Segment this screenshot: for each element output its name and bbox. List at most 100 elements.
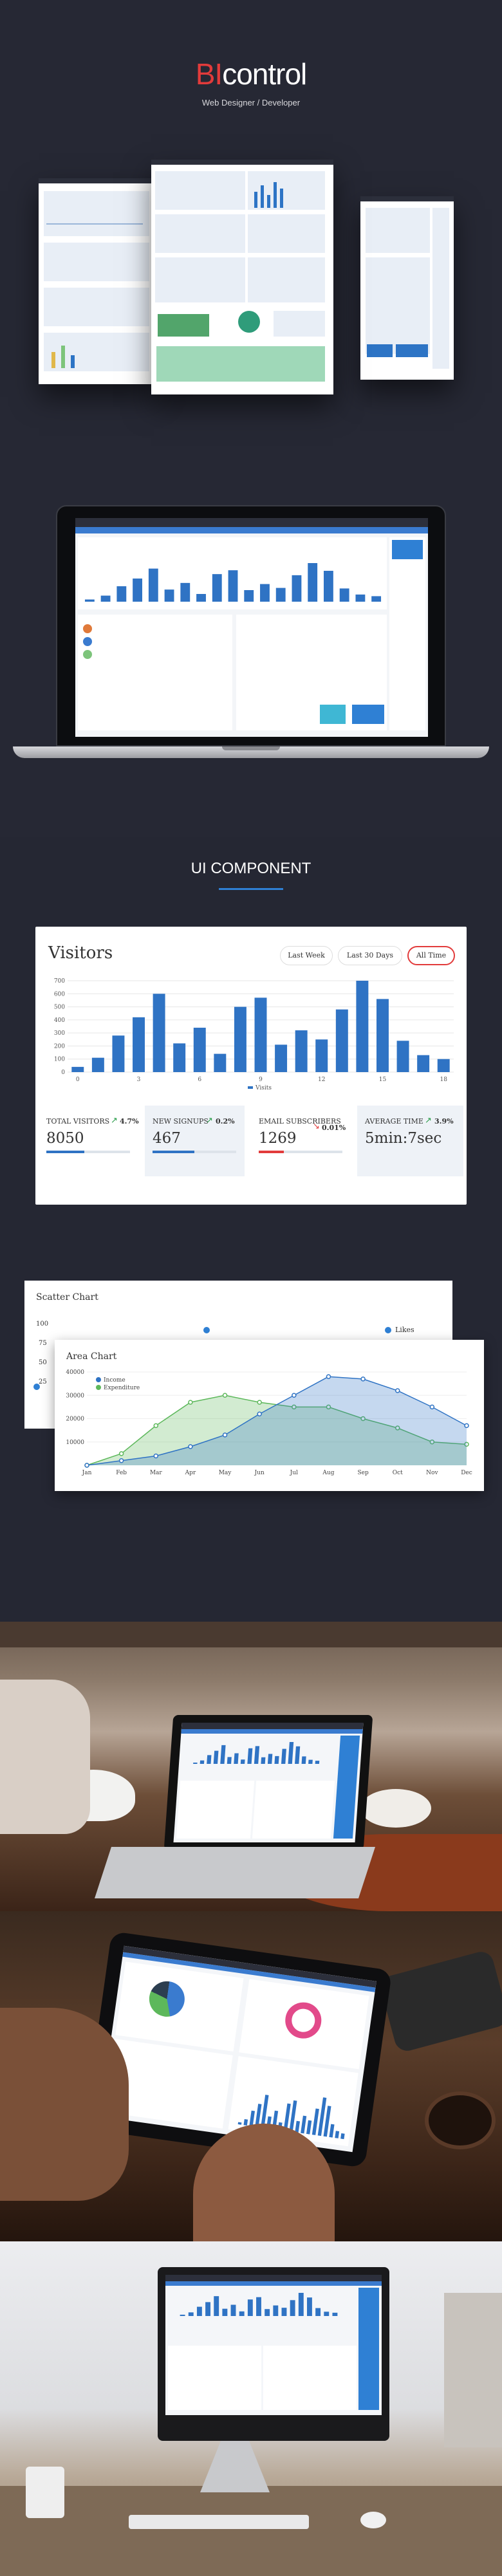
x-tick-label: 0 (76, 1077, 80, 1083)
mini-bar (339, 588, 349, 602)
mini-bar (371, 596, 382, 602)
shelf-decor (444, 2293, 502, 2447)
mini-bar (237, 2122, 242, 2125)
x-tick-label: Feb (116, 1470, 127, 1476)
x-tick-label: Dec (461, 1470, 472, 1476)
data-point (292, 1393, 297, 1398)
mini-bar (332, 2312, 338, 2316)
data-point (360, 1376, 366, 1382)
visitors-card: Visitors Last Week Last 30 Days All Time… (35, 927, 467, 1205)
bar (254, 997, 267, 1072)
bar (335, 1009, 348, 1072)
y-tick-label: 200 (54, 1043, 65, 1050)
scatter-point (203, 1327, 210, 1333)
data-point (153, 1453, 159, 1459)
mini-bar (265, 2309, 270, 2316)
mini-bar (260, 584, 270, 602)
mini-bar (220, 1745, 226, 1764)
scatter-ytick: 75 (39, 1340, 47, 1347)
mini-bar (230, 2304, 236, 2316)
photo-desktop-monitor (0, 2241, 502, 2576)
bar (396, 1041, 409, 1072)
mini-bar (200, 1760, 205, 1764)
dashboard-preview-right (360, 196, 454, 380)
trend-up-icon: ↗ (425, 1115, 432, 1125)
monitor (158, 2267, 389, 2441)
trend-up-icon: ↗ (111, 1115, 118, 1125)
x-tick-label: Nov (426, 1470, 438, 1476)
x-tick-label: Sep (357, 1470, 368, 1476)
mini-bar (212, 574, 222, 602)
mini-bar (324, 2312, 330, 2316)
coffee-cup (425, 2091, 496, 2149)
photo-tablet (0, 1911, 502, 2241)
mini-bar (239, 2311, 245, 2316)
bar (91, 1057, 104, 1072)
stat-new-signups: NEW SIGNUPS ↗ 0.2% 467 (145, 1106, 245, 1176)
hero-section: BIcontrol Web Designer / Developer (0, 0, 502, 470)
glasses (378, 1949, 502, 2054)
laptop-keyboard (95, 1847, 375, 1898)
area-title: Area Chart (66, 1351, 117, 1362)
mini-bar (256, 2297, 261, 2316)
mouse (360, 2512, 386, 2528)
x-tick-label: 15 (379, 1077, 387, 1083)
monitor-stand (200, 2434, 270, 2492)
mini-bar (193, 1763, 198, 1764)
visitors-bar-chart: 0 100 200 300 400 500 600 700 0 3 6 9 12 15 18 Visits (54, 978, 454, 1091)
mini-bar (188, 2312, 194, 2316)
bar (376, 999, 389, 1072)
mini-bar (148, 568, 158, 602)
tablet-screen (100, 1945, 376, 2153)
mini-bar (84, 599, 95, 602)
x-tick-label: 3 (137, 1077, 141, 1083)
stats-row: TOTAL VISITORS ↗ 4.7% 8050 NEW SIGNUPS ↗… (35, 1096, 467, 1205)
scatter-ytick: 50 (39, 1359, 47, 1366)
y-tick-label: 500 (54, 1005, 65, 1011)
keyboard (129, 2515, 309, 2529)
stat-progress (259, 1151, 342, 1153)
y-tick-label: 300 (54, 1030, 65, 1037)
mini-bar (116, 586, 127, 602)
stat-value: 1269 (259, 1130, 297, 1147)
stat-pct: 3.9% (434, 1117, 454, 1126)
filter-all-time[interactable]: All Time (407, 946, 455, 965)
mini-bar (288, 1742, 294, 1764)
legend-dot (96, 1377, 101, 1382)
legend-swatch (248, 1086, 253, 1089)
bar (275, 1044, 288, 1072)
filter-last-week[interactable]: Last Week (280, 946, 333, 965)
stat-progress-fill (259, 1151, 284, 1153)
data-point (188, 1400, 193, 1405)
mini-bar (295, 1746, 301, 1764)
mini-bar (227, 1757, 232, 1764)
bar (214, 1053, 227, 1072)
data-point (429, 1404, 435, 1410)
scatter-point (33, 1384, 40, 1390)
bar (112, 1035, 125, 1072)
mini-bar (335, 2131, 340, 2138)
mini-bar (298, 2293, 304, 2316)
stat-pct: 0.01% (322, 1124, 346, 1132)
filter-last-30-days[interactable]: Last 30 Days (338, 946, 402, 965)
y-tick-label: 600 (54, 991, 65, 997)
mini-bar (281, 2308, 287, 2316)
data-point (118, 1451, 124, 1456)
data-point (222, 1432, 228, 1438)
bar (315, 1039, 328, 1072)
mini-bar (164, 589, 174, 602)
scatter-ytick: 25 (39, 1378, 47, 1385)
stat-label: TOTAL VISITORS (46, 1117, 110, 1126)
mini-bar (315, 2308, 321, 2316)
stat-progress-fill (153, 1151, 194, 1153)
bar (173, 1043, 186, 1072)
scatter-title: Scatter Chart (36, 1292, 98, 1302)
bar (153, 994, 165, 1072)
mini-bar (274, 1756, 279, 1764)
y-tick-label: 30000 (66, 1393, 84, 1399)
y-tick-label: 10000 (66, 1440, 84, 1446)
mini-bar (100, 595, 111, 602)
x-tick-label: Oct (393, 1470, 403, 1476)
photo-laptop-cafe (0, 1622, 502, 1911)
y-tick-label: 20000 (66, 1416, 84, 1423)
